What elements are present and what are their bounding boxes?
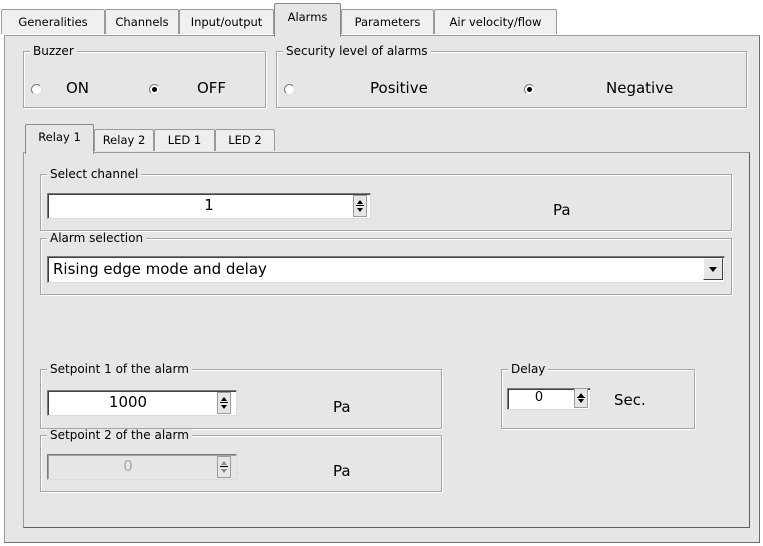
buzzer-off-label: OFF [197,79,227,97]
channel-spinner[interactable] [353,195,367,217]
tab-alarms-label: Alarms [287,10,328,24]
channel-value: 1 [204,196,214,214]
alarm-selection-title: Alarm selection [47,232,147,244]
setpoint-1-title: Setpoint 1 of the alarm [47,363,192,375]
security-positive-label: Positive [370,79,428,97]
channel-unit: Pa [553,201,571,219]
delay-title: Delay [508,363,549,375]
setpoint-2-value: 0 [123,457,133,475]
tab-air-velocity-flow[interactable]: Air velocity/flow [434,9,557,34]
tab-generalities-label: Generalities [18,15,88,29]
alarm-selection-value: Rising edge mode and delay [53,260,267,278]
buzzer-title: Buzzer [30,45,77,57]
setpoint-2-input: 0 [47,454,237,480]
buzzer-off-radio[interactable] [149,84,160,95]
tab-air-velocity-flow-label: Air velocity/flow [449,15,542,29]
subtab-led-2[interactable]: LED 2 [215,129,275,151]
tab-channels-label: Channels [115,15,169,29]
tab-input-output-label: Input/output [190,15,263,29]
alarm-selection-dropdown[interactable]: Rising edge mode and delay [47,256,725,283]
delay-unit: Sec. [614,391,646,409]
setpoint-2-unit: Pa [333,462,351,480]
security-level-title: Security level of alarms [283,45,431,57]
setpoint-1-unit: Pa [333,398,351,416]
delay-spinner[interactable] [574,388,588,408]
tab-parameters[interactable]: Parameters [341,9,434,34]
subtab-relay-1-label: Relay 1 [38,130,81,144]
subtab-relay-2-label: Relay 2 [102,133,146,147]
tab-generalities[interactable]: Generalities [1,9,105,34]
tab-alarms[interactable]: Alarms [274,3,341,37]
security-negative-label: Negative [606,79,674,97]
setpoint-1-value: 1000 [108,393,148,411]
setpoint-1-spinner[interactable] [217,392,231,414]
setpoint-1-input[interactable]: 1000 [47,390,237,416]
main-tab-strip: Generalities Channels Input/output Alarm… [0,0,763,37]
buzzer-on-radio[interactable] [31,84,42,95]
subtab-led-2-label: LED 2 [228,133,262,147]
buzzer-group: Buzzer [23,45,266,108]
chevron-down-icon[interactable] [703,258,723,280]
subtab-led-1-label: LED 1 [167,133,202,147]
subtab-relay-2[interactable]: Relay 2 [94,129,154,151]
subtab-relay-1[interactable]: Relay 1 [25,124,94,154]
tab-input-output[interactable]: Input/output [179,9,274,34]
security-negative-radio[interactable] [524,84,535,95]
select-channel-title: Select channel [47,168,142,180]
security-level-group: Security level of alarms [276,45,747,108]
buzzer-on-label: ON [66,79,90,97]
tab-channels[interactable]: Channels [105,9,179,34]
channel-input[interactable]: 1 [47,193,371,219]
delay-value: 0 [534,390,544,405]
tab-parameters-label: Parameters [354,15,421,29]
setpoint-2-title: Setpoint 2 of the alarm [47,429,192,441]
setpoint-2-spinner [217,456,231,478]
subtab-led-1[interactable]: LED 1 [154,129,215,151]
security-positive-radio[interactable] [284,84,295,95]
